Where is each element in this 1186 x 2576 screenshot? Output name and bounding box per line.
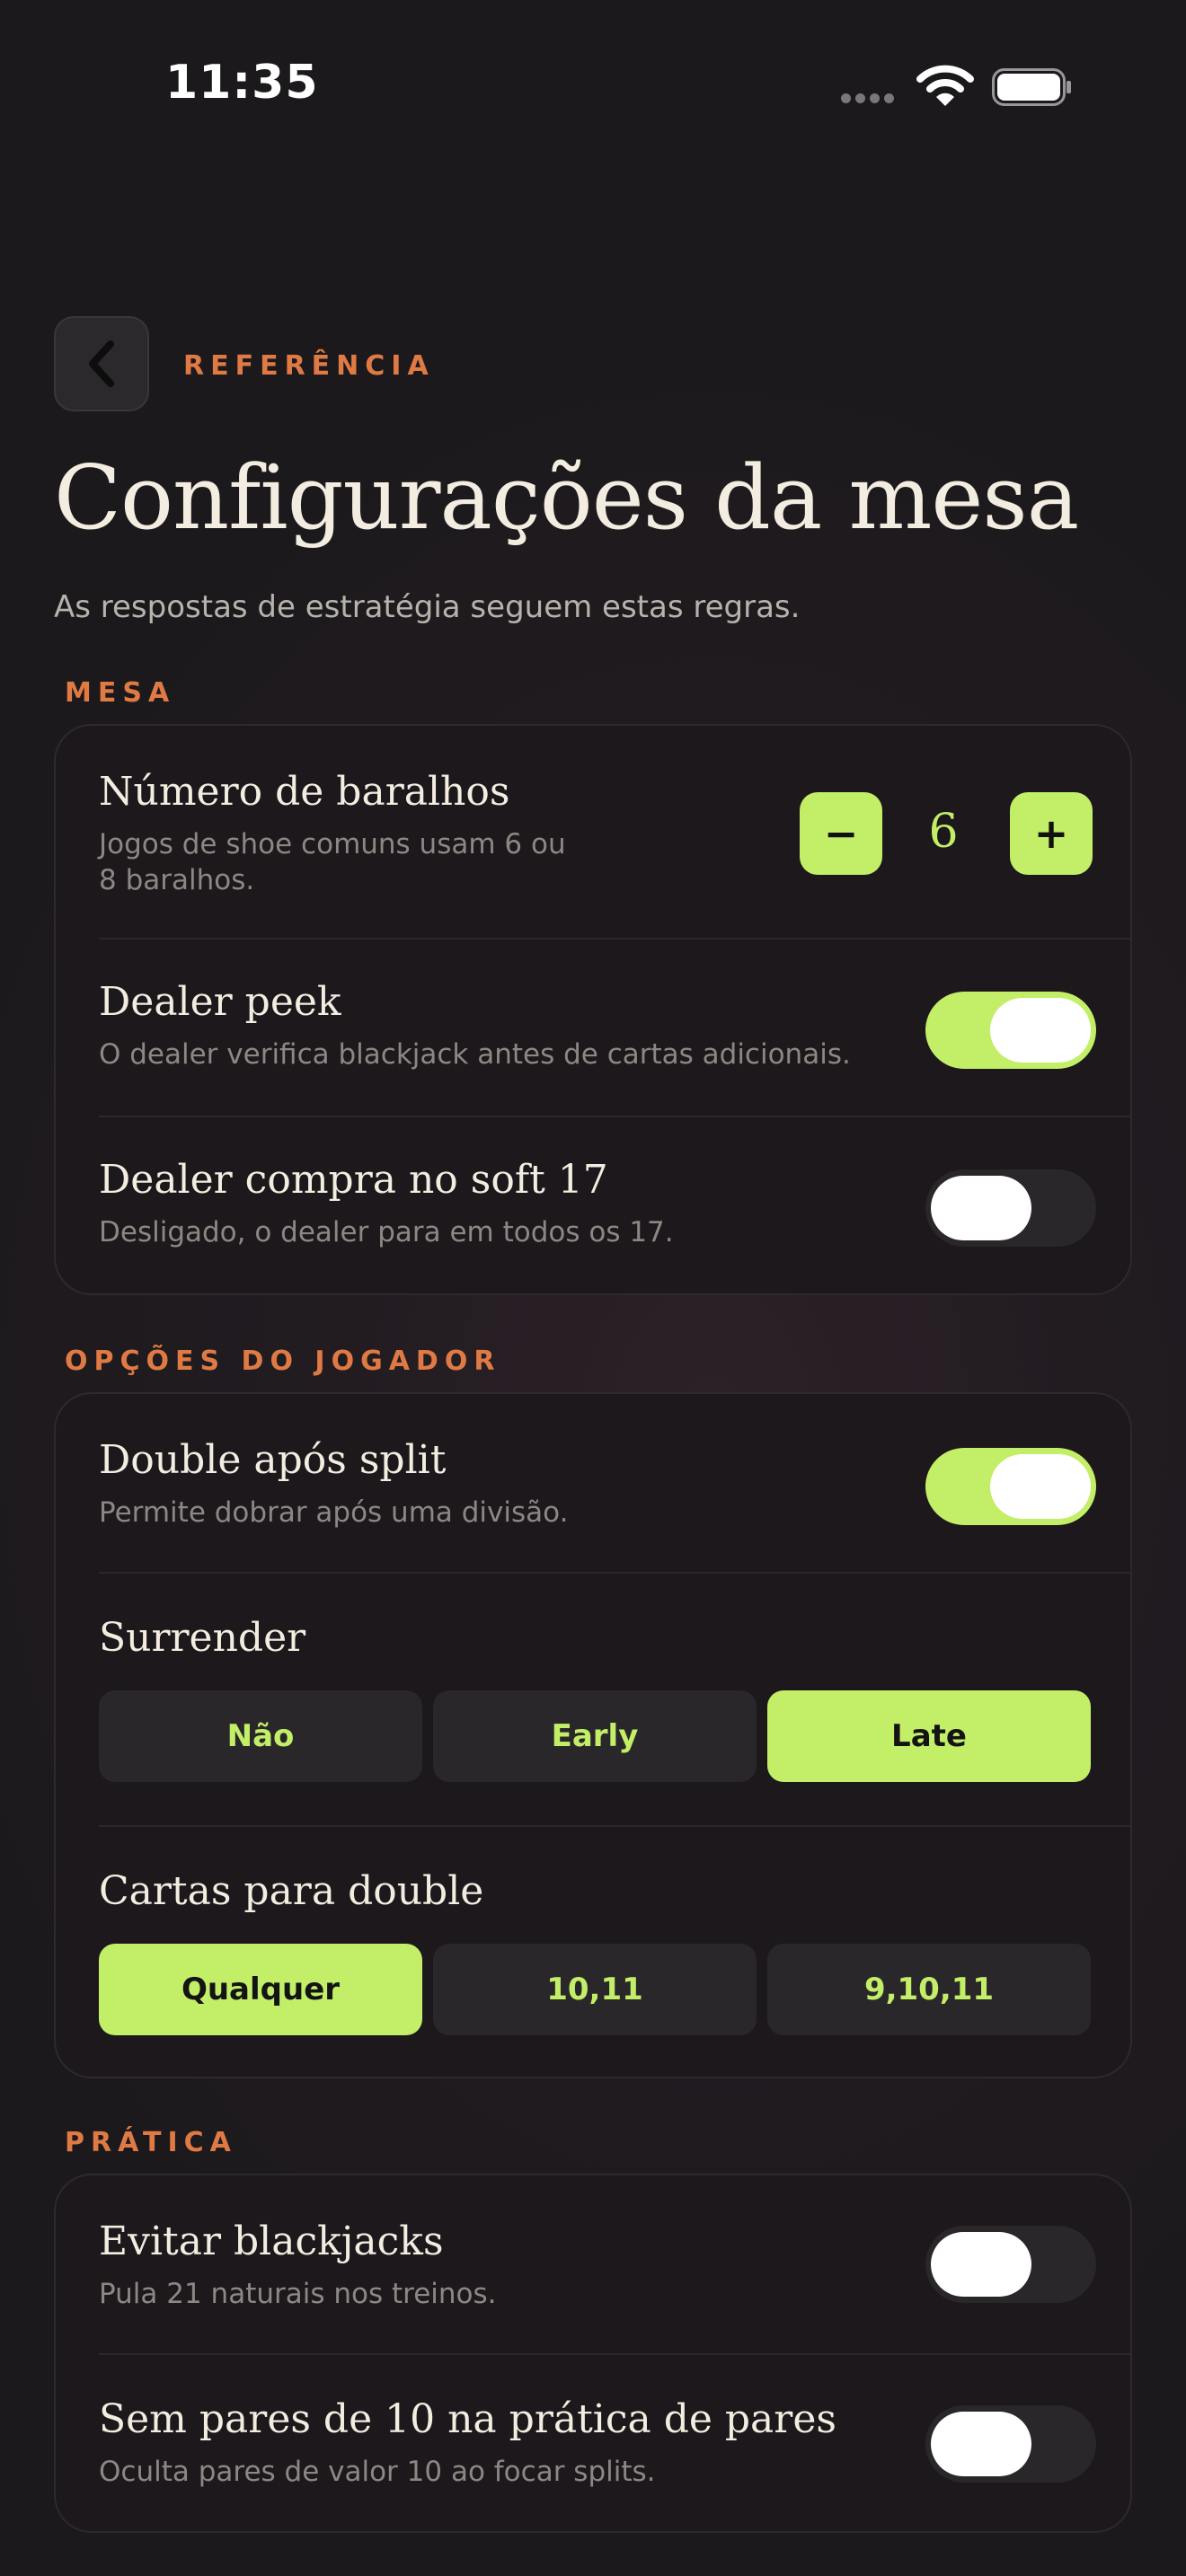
soft17-toggle[interactable] <box>925 1169 1096 1247</box>
das-title: Double após split <box>99 1437 447 1483</box>
divider <box>99 1116 1130 1117</box>
divider <box>99 2353 1130 2355</box>
no-ten-pairs-description: Oculta pares de valor 10 ao focar splits… <box>99 2456 656 2488</box>
section-label-practice: PRÁTICA <box>65 2127 237 2158</box>
back-button[interactable] <box>54 316 149 411</box>
toggle-knob <box>931 1176 1031 1240</box>
toggle-knob <box>931 2232 1031 2297</box>
page-title: Configurações da mesa <box>54 447 1079 550</box>
decrement-decks-button[interactable]: − <box>800 792 882 875</box>
battery-icon <box>992 68 1071 106</box>
wifi-icon <box>916 65 974 106</box>
section-label-player-options: OPÇÕES DO JOGADOR <box>65 1345 501 1377</box>
soft17-title: Dealer compra no soft 17 <box>99 1157 608 1203</box>
decks-description-line2: 8 baralhos. <box>99 864 255 896</box>
dealer-peek-toggle[interactable] <box>925 992 1096 1069</box>
toggle-knob <box>990 998 1091 1063</box>
das-description: Permite dobrar após uma divisão. <box>99 1496 569 1529</box>
surrender-option-early[interactable]: Early <box>433 1690 757 1782</box>
decks-value: 6 <box>928 805 959 859</box>
increment-decks-button[interactable]: + <box>1010 792 1093 875</box>
double-option-any[interactable]: Qualquer <box>99 1944 422 2035</box>
divider <box>99 938 1130 940</box>
divider <box>99 1572 1130 1574</box>
avoid-blackjacks-title: Evitar blackjacks <box>99 2219 444 2264</box>
avoid-blackjacks-description: Pula 21 naturais nos treinos. <box>99 2278 497 2310</box>
surrender-title: Surrender <box>99 1615 306 1661</box>
page-subtitle: As respostas de estratégia seguem estas … <box>54 589 801 625</box>
card-player-options: Double após split Permite dobrar após um… <box>54 1392 1132 2078</box>
card-mesa: Número de baralhos Jogos de shoe comuns … <box>54 724 1132 1295</box>
dealer-peek-title: Dealer peek <box>99 979 341 1025</box>
no-ten-pairs-toggle[interactable] <box>925 2405 1096 2483</box>
soft17-description: Desligado, o dealer para em todos os 17. <box>99 1216 674 1248</box>
toggle-knob <box>990 1454 1091 1519</box>
no-ten-pairs-title: Sem pares de 10 na prática de pares <box>99 2396 836 2442</box>
toggle-knob <box>931 2412 1031 2476</box>
decks-description: Jogos de shoe comuns usam 6 ou 8 baralho… <box>99 826 566 898</box>
chevron-left-icon <box>89 340 114 387</box>
divider <box>99 1825 1130 1827</box>
section-label-mesa: MESA <box>65 677 176 709</box>
decks-description-line1: Jogos de shoe comuns usam 6 ou <box>99 828 566 860</box>
status-time: 11:35 <box>165 56 319 110</box>
double-option-10-11[interactable]: 10,11 <box>433 1944 757 2035</box>
das-toggle[interactable] <box>925 1448 1096 1525</box>
dealer-peek-description: O dealer verifica blackjack antes de car… <box>99 1038 851 1071</box>
double-cards-title: Cartas para double <box>99 1868 484 1914</box>
breadcrumb: REFERÊNCIA <box>183 350 435 382</box>
surrender-option-late[interactable]: Late <box>767 1690 1091 1782</box>
decks-title: Número de baralhos <box>99 769 510 815</box>
card-practice: Evitar blackjacks Pula 21 naturais nos t… <box>54 2174 1132 2533</box>
surrender-option-nao[interactable]: Não <box>99 1690 422 1782</box>
double-option-9-10-11[interactable]: 9,10,11 <box>767 1944 1091 2035</box>
avoid-blackjacks-toggle[interactable] <box>925 2226 1096 2303</box>
